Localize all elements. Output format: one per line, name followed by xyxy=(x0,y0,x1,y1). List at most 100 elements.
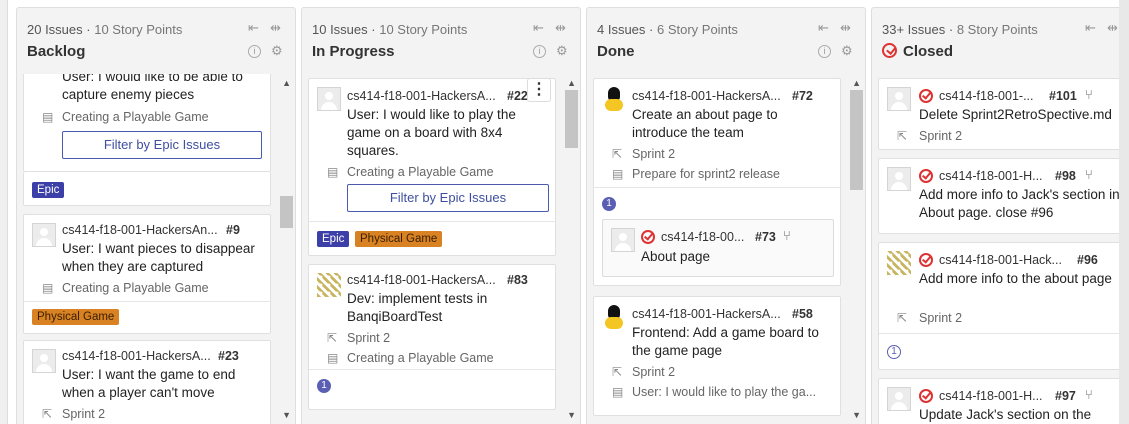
scroll-up-arrow[interactable]: ▲ xyxy=(282,78,291,88)
issue-card[interactable]: cs414-f18-001-H... #97 ⑂ Update Jack's s… xyxy=(878,378,1128,424)
issue-card[interactable]: cs414-f18-001-HackersA... #23 User: I wa… xyxy=(23,340,271,424)
scroll-down-arrow[interactable]: ▼ xyxy=(852,410,861,420)
scroll-up-arrow[interactable]: ▲ xyxy=(852,78,861,88)
avatar xyxy=(887,387,911,411)
column-header: 33+ Issues · 8 Story Points ⇤ ⇹ Closed xyxy=(882,20,1118,60)
card-list[interactable]: cs414-f18-001-... #101 ⑂ Delete Sprint2R… xyxy=(872,74,1129,424)
avatar xyxy=(887,87,911,111)
linked-pr-card[interactable]: cs414-f18-00... #73 ⑂ About page xyxy=(602,219,834,277)
story-points-badge: 1 xyxy=(602,197,616,211)
issue-title[interactable]: User: I would like to be able to capture… xyxy=(62,74,262,104)
issue-repo-ref[interactable]: cs414-f18-001-... xyxy=(939,89,1045,103)
issue-title[interactable]: Dev: implement tests in BanqiBoardTest xyxy=(347,290,552,326)
issue-card[interactable]: cs414-f18-001-HackersA... #72 Create an … xyxy=(593,78,841,286)
scrollbar[interactable]: ▲ ▼ xyxy=(564,74,580,422)
issue-title[interactable]: Frontend: Add a game board to the game p… xyxy=(632,324,837,360)
scroll-thumb[interactable] xyxy=(850,90,863,190)
epic-name[interactable]: Creating a Playable Game xyxy=(62,281,262,295)
filter-by-epic-button[interactable]: Filter by Epic Issues xyxy=(347,184,549,212)
card-list[interactable]: cs414-f18-001-HackersA... #72 Create an … xyxy=(587,74,865,424)
issue-title[interactable]: Add more info to the about page xyxy=(919,270,1124,288)
issue-title[interactable]: Update Jack's section on the xyxy=(919,406,1124,424)
filter-icon[interactable]: ⇤ xyxy=(1085,21,1096,35)
issue-card[interactable]: cs414-f18-001-... #101 ⑂ Delete Sprint2R… xyxy=(878,78,1128,150)
issue-title[interactable]: User: I want pieces to disappear when th… xyxy=(62,240,267,276)
epic-name[interactable]: User: I would like to play the ga... xyxy=(632,385,832,399)
epic-name[interactable]: Creating a Playable Game xyxy=(62,110,262,124)
issue-number: #23 xyxy=(218,349,239,363)
issue-title[interactable]: User: I want the game to end when a play… xyxy=(62,366,267,402)
filter-icon[interactable]: ⇤ xyxy=(248,21,259,35)
collapse-icon[interactable]: ⇹ xyxy=(840,21,851,35)
issue-repo-ref[interactable]: cs414-f18-001-Hack... xyxy=(939,253,1071,267)
gear-icon[interactable]: ⚙ xyxy=(841,44,853,58)
issue-repo-ref[interactable]: cs414-f18-001-HackersA... xyxy=(632,307,790,321)
info-icon[interactable]: i xyxy=(533,45,546,58)
scrollbar[interactable]: ▲ ▼ xyxy=(279,74,295,422)
issue-count: 33+ Issues xyxy=(882,22,946,37)
filter-icon[interactable]: ⇤ xyxy=(533,21,544,35)
filter-icon[interactable]: ⇤ xyxy=(818,21,829,35)
issue-title[interactable]: Add more info to Jack's section in About… xyxy=(919,186,1124,222)
sprint-name[interactable]: Sprint 2 xyxy=(632,365,752,379)
scroll-up-arrow[interactable]: ▲ xyxy=(567,78,576,88)
scroll-thumb[interactable] xyxy=(280,196,293,228)
sprint-icon: ⇱ xyxy=(897,311,908,325)
issue-repo-ref[interactable]: cs414-f18-001-HackersAn... xyxy=(62,223,222,237)
issue-number: #22 xyxy=(507,89,528,103)
issue-repo-ref[interactable]: cs414-f18-001-HackersA... xyxy=(632,89,790,103)
issue-repo-ref[interactable]: cs414-f18-001-HackersA... xyxy=(62,349,212,363)
issue-number: #97 xyxy=(1055,389,1076,403)
issue-title[interactable]: Create an about page to introduce the te… xyxy=(632,106,832,142)
card-list[interactable]: cs414-f18-001-HackersA... #22 ⋮ User: I … xyxy=(302,74,580,424)
label-physical-game[interactable]: Physical Game xyxy=(355,231,443,247)
pr-title[interactable]: About page xyxy=(641,248,821,266)
issue-repo-ref[interactable]: cs414-f18-001-HackersA... xyxy=(347,89,505,103)
sprint-name[interactable]: Sprint 2 xyxy=(632,147,752,161)
label-epic[interactable]: Epic xyxy=(32,182,65,198)
filter-by-epic-button[interactable]: Filter by Epic Issues xyxy=(62,131,262,159)
collapse-icon[interactable]: ⇹ xyxy=(1107,21,1118,35)
issue-card[interactable]: User: I would like to be able to capture… xyxy=(23,74,271,172)
issue-repo-ref[interactable]: cs414-f18-001-H... xyxy=(939,169,1049,183)
sprint-name[interactable]: Sprint 2 xyxy=(347,331,467,345)
epic-name[interactable]: Prepare for sprint2 release xyxy=(632,167,832,181)
issue-card[interactable]: cs414-f18-001-HackersAn... #9 User: I wa… xyxy=(23,214,271,334)
issue-card[interactable]: cs414-f18-001-HackersA... #22 ⋮ User: I … xyxy=(308,78,556,256)
collapse-icon[interactable]: ⇹ xyxy=(270,21,281,35)
card-list[interactable]: User: I would like to be able to capture… xyxy=(17,74,295,424)
sprint-name[interactable]: Sprint 2 xyxy=(919,129,1019,143)
gear-icon[interactable]: ⚙ xyxy=(271,44,283,58)
scrollbar[interactable]: ▲ ▼ xyxy=(849,74,865,422)
info-icon[interactable]: i xyxy=(248,45,261,58)
issue-title[interactable]: User: I would like to play the game on a… xyxy=(347,106,552,160)
sprint-name[interactable]: Sprint 2 xyxy=(62,407,182,421)
issue-number: #9 xyxy=(226,223,240,237)
issue-count: 20 Issues xyxy=(27,22,83,37)
issue-repo-ref[interactable]: cs414-f18-001-H... xyxy=(939,389,1049,403)
issue-card[interactable]: cs414-f18-001-H... #98 ⑂ Add more info t… xyxy=(878,158,1128,234)
scroll-thumb[interactable] xyxy=(565,90,578,148)
issue-number: #58 xyxy=(792,307,813,321)
issue-title[interactable]: Delete Sprint2RetroSpective.md xyxy=(919,106,1129,124)
label-epic[interactable]: Epic xyxy=(317,231,350,247)
page-scrollbar[interactable] xyxy=(1119,0,1129,424)
scroll-down-arrow[interactable]: ▼ xyxy=(567,410,576,420)
epic-name[interactable]: Creating a Playable Game xyxy=(347,351,547,365)
issue-card[interactable]: cs414-f18-001-HackersA... #83 Dev: imple… xyxy=(308,264,556,410)
gear-icon[interactable]: ⚙ xyxy=(556,44,568,58)
issue-card[interactable]: cs414-f18-001-Hack... #96 Add more info … xyxy=(878,242,1128,370)
pr-repo-ref[interactable]: cs414-f18-00... xyxy=(661,230,751,244)
epic-name[interactable]: Creating a Playable Game xyxy=(347,165,547,179)
issue-card[interactable]: cs414-f18-001-HackersA... #58 Frontend: … xyxy=(593,296,841,416)
pull-request-icon: ⑂ xyxy=(783,228,791,243)
sprint-name[interactable]: Sprint 2 xyxy=(919,311,1019,325)
epic-link-icon: ▤ xyxy=(42,110,54,124)
collapse-icon[interactable]: ⇹ xyxy=(555,21,566,35)
pull-request-icon: ⑂ xyxy=(1085,87,1093,102)
issue-repo-ref[interactable]: cs414-f18-001-HackersA... xyxy=(347,273,505,287)
scroll-down-arrow[interactable]: ▼ xyxy=(282,410,291,420)
info-icon[interactable]: i xyxy=(818,45,831,58)
card-menu-button[interactable]: ⋮ xyxy=(527,78,551,102)
label-physical-game[interactable]: Physical Game xyxy=(32,309,120,325)
